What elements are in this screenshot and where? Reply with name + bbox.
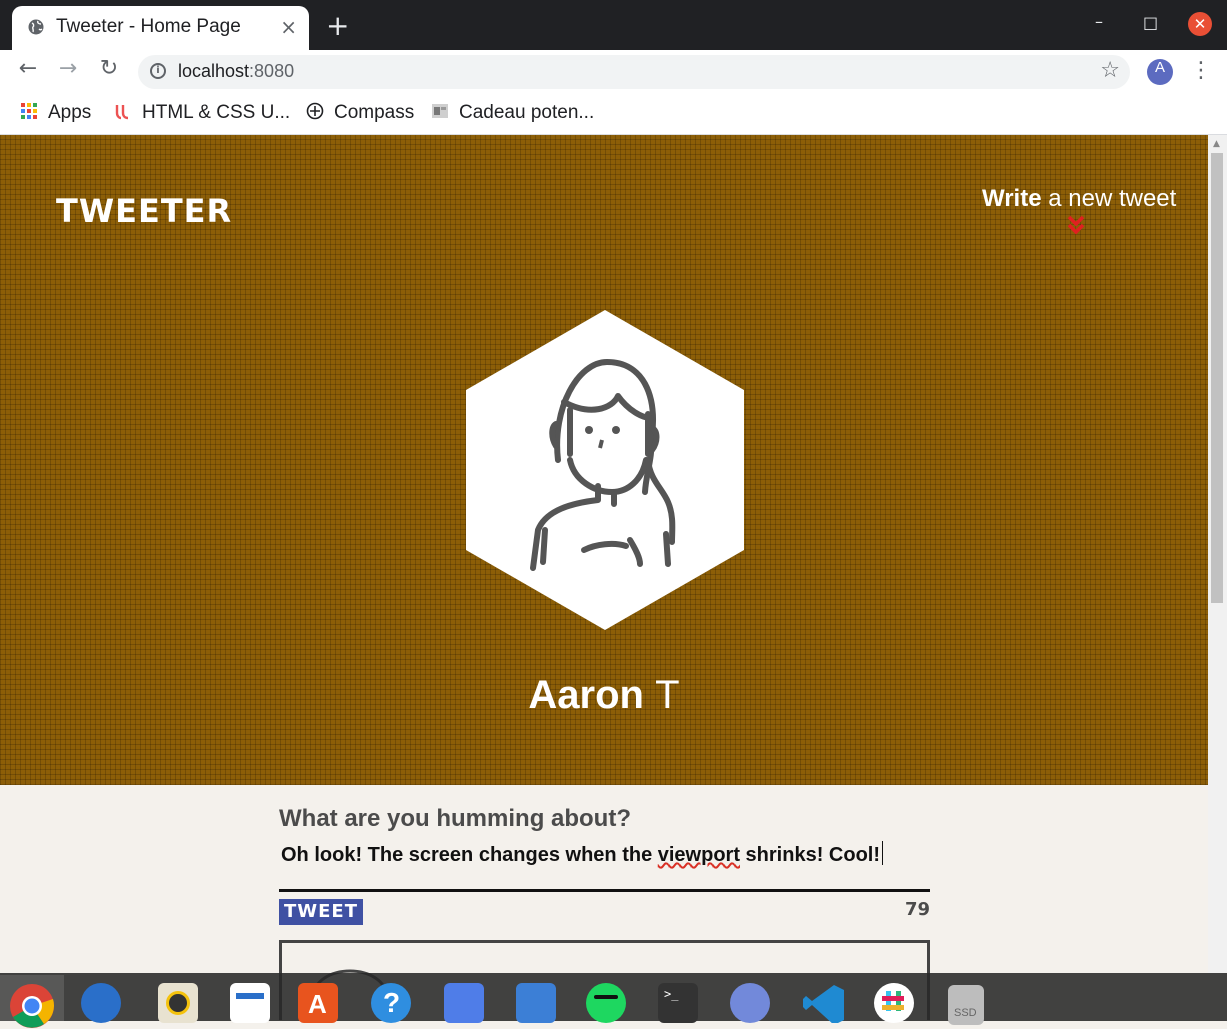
text-caret xyxy=(882,841,884,865)
scroll-thumb[interactable] xyxy=(1211,153,1223,603)
spotify-icon[interactable] xyxy=(586,983,626,1023)
apps-grid-icon xyxy=(21,103,37,119)
tab-title: Tweeter - Home Page xyxy=(56,16,241,37)
site-info-icon[interactable]: i xyxy=(150,63,166,79)
compose-toggle[interactable]: Write a new tweet xyxy=(982,185,1176,213)
profile-header: TWEETER Write a new tweet Aaron T xyxy=(0,135,1208,785)
slack-icon[interactable] xyxy=(874,983,914,1023)
bookmarks-bar: Apps HTML & CSS U... Compass Cadeau pote… xyxy=(0,94,1227,135)
site-logo[interactable]: TWEETER xyxy=(56,192,232,230)
new-tab-button[interactable]: + xyxy=(326,8,349,44)
tweet-button[interactable]: TWEET xyxy=(279,899,363,925)
rhythmbox-icon[interactable] xyxy=(158,983,198,1023)
udemy-icon xyxy=(115,105,129,120)
os-taskbar: A ? >_ SSD xyxy=(0,973,1227,1028)
discord-icon[interactable] xyxy=(730,983,770,1023)
vscode-logo-icon xyxy=(803,985,844,1025)
window-close-icon[interactable]: ✕ xyxy=(1188,12,1212,36)
char-counter: 79 xyxy=(904,899,930,920)
minimize-icon[interactable]: – xyxy=(1095,12,1103,31)
menu-dots-icon[interactable]: ⋮ xyxy=(1190,58,1212,83)
bookmark-html-css[interactable]: HTML & CSS U... xyxy=(114,102,290,124)
profile-name: Aaron T xyxy=(528,673,680,717)
files-icon[interactable] xyxy=(516,983,556,1023)
back-icon[interactable]: ← xyxy=(13,56,43,86)
chrome-taskbar-icon[interactable] xyxy=(0,975,64,1028)
page-scrollbar[interactable]: ▲ xyxy=(1208,135,1227,973)
chrome-icon xyxy=(10,984,55,1028)
user-avatar xyxy=(466,310,744,630)
compass-icon xyxy=(306,102,324,120)
browser-toolbar: ← → ↻ i localhost:8080 ☆ A ⋮ xyxy=(0,50,1227,94)
url-text[interactable]: localhost:8080 xyxy=(178,61,294,82)
tab-close-icon[interactable]: × xyxy=(280,15,297,39)
vscode-icon[interactable] xyxy=(802,983,844,1025)
terminal-icon[interactable]: >_ xyxy=(658,983,698,1023)
page-thumbnail-icon xyxy=(432,104,448,118)
form-divider xyxy=(279,889,930,892)
globe-icon xyxy=(28,19,44,35)
bookmark-apps[interactable]: Apps xyxy=(20,102,91,124)
scroll-up-icon[interactable]: ▲ xyxy=(1213,139,1220,149)
thunderbird-icon[interactable] xyxy=(81,983,121,1023)
software-center-icon[interactable]: A xyxy=(298,983,338,1023)
profile-avatar[interactable]: A xyxy=(1147,59,1173,85)
libreoffice-writer-icon[interactable] xyxy=(230,983,270,1023)
tweet-textarea[interactable]: Oh look! The screen changes when the vie… xyxy=(279,841,932,885)
ssd-drive-icon[interactable]: SSD xyxy=(948,985,984,1025)
address-bar[interactable]: i localhost:8080 ☆ xyxy=(138,55,1130,89)
bookmark-compass[interactable]: Compass xyxy=(306,102,414,124)
forward-icon[interactable]: → xyxy=(53,56,83,86)
bookmark-cadeau[interactable]: Cadeau poten... xyxy=(431,102,594,124)
browser-tab-bar: Tweeter - Home Page × + – □ ✕ xyxy=(0,0,1227,50)
browser-tab[interactable]: Tweeter - Home Page × xyxy=(12,6,309,50)
help-icon[interactable]: ? xyxy=(371,983,411,1023)
bookmark-star-icon[interactable]: ☆ xyxy=(1100,58,1120,83)
tasks-icon[interactable] xyxy=(444,983,484,1023)
double-chevron-down-icon[interactable] xyxy=(1066,215,1086,235)
compose-prompt: What are you humming about? xyxy=(279,805,631,832)
reload-icon[interactable]: ↻ xyxy=(94,56,124,86)
maximize-icon[interactable]: □ xyxy=(1143,13,1158,32)
